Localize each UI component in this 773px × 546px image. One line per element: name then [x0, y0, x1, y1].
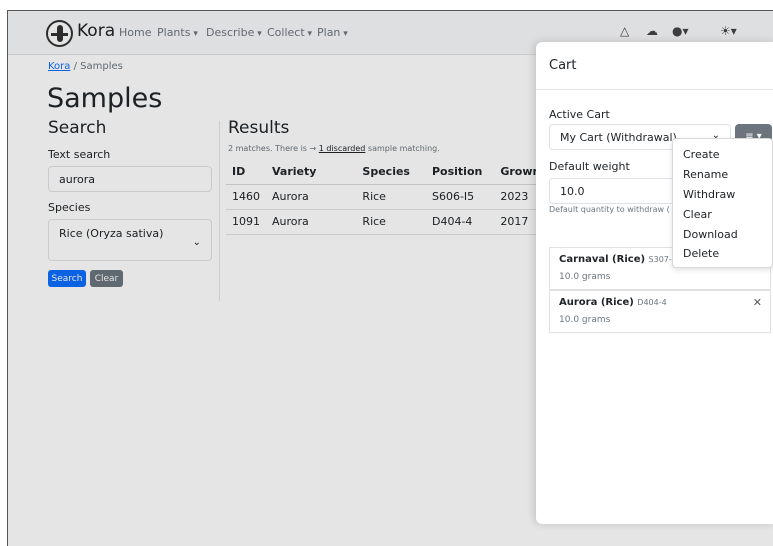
- cart-divider: [536, 89, 773, 90]
- cart-item-name: Carnaval (Rice) S307-8: [559, 254, 677, 265]
- cart-item-name: Aurora (Rice) D404-4: [559, 297, 667, 308]
- close-icon[interactable]: ✕: [753, 296, 762, 309]
- cart-item-position: D404-4: [637, 298, 667, 307]
- cart-item[interactable]: Aurora (Rice) D404-4 10.0 grams ✕: [549, 290, 771, 333]
- menu-item-create[interactable]: Create: [683, 148, 720, 161]
- menu-item-delete[interactable]: Delete: [683, 247, 719, 260]
- cart-item-title: Aurora (Rice): [559, 297, 634, 308]
- cart-item-quantity: 10.0 grams: [559, 315, 611, 325]
- menu-item-withdraw[interactable]: Withdraw: [683, 188, 735, 201]
- cart-item-title: Carnaval (Rice): [559, 254, 646, 265]
- default-weight-label: Default weight: [549, 160, 630, 173]
- active-cart-value: My Cart (Withdrawal): [560, 131, 677, 144]
- app-window: Kora Home Plants Describe Collect Plan △…: [7, 10, 773, 546]
- menu-item-clear[interactable]: Clear: [683, 208, 712, 221]
- cart-menu-dropdown: Create Rename Withdraw Clear Download De…: [672, 138, 773, 268]
- default-weight-value: 10.0: [560, 184, 585, 198]
- cart-title: Cart: [549, 58, 577, 73]
- menu-item-rename[interactable]: Rename: [683, 168, 728, 181]
- cart-panel: Cart Active Cart My Cart (Withdrawal) ⌄ …: [536, 42, 773, 524]
- cart-item-quantity: 10.0 grams: [559, 272, 611, 282]
- active-cart-label: Active Cart: [549, 108, 610, 121]
- menu-item-download[interactable]: Download: [683, 228, 738, 241]
- default-weight-help: Default quantity to withdraw (: [549, 205, 670, 214]
